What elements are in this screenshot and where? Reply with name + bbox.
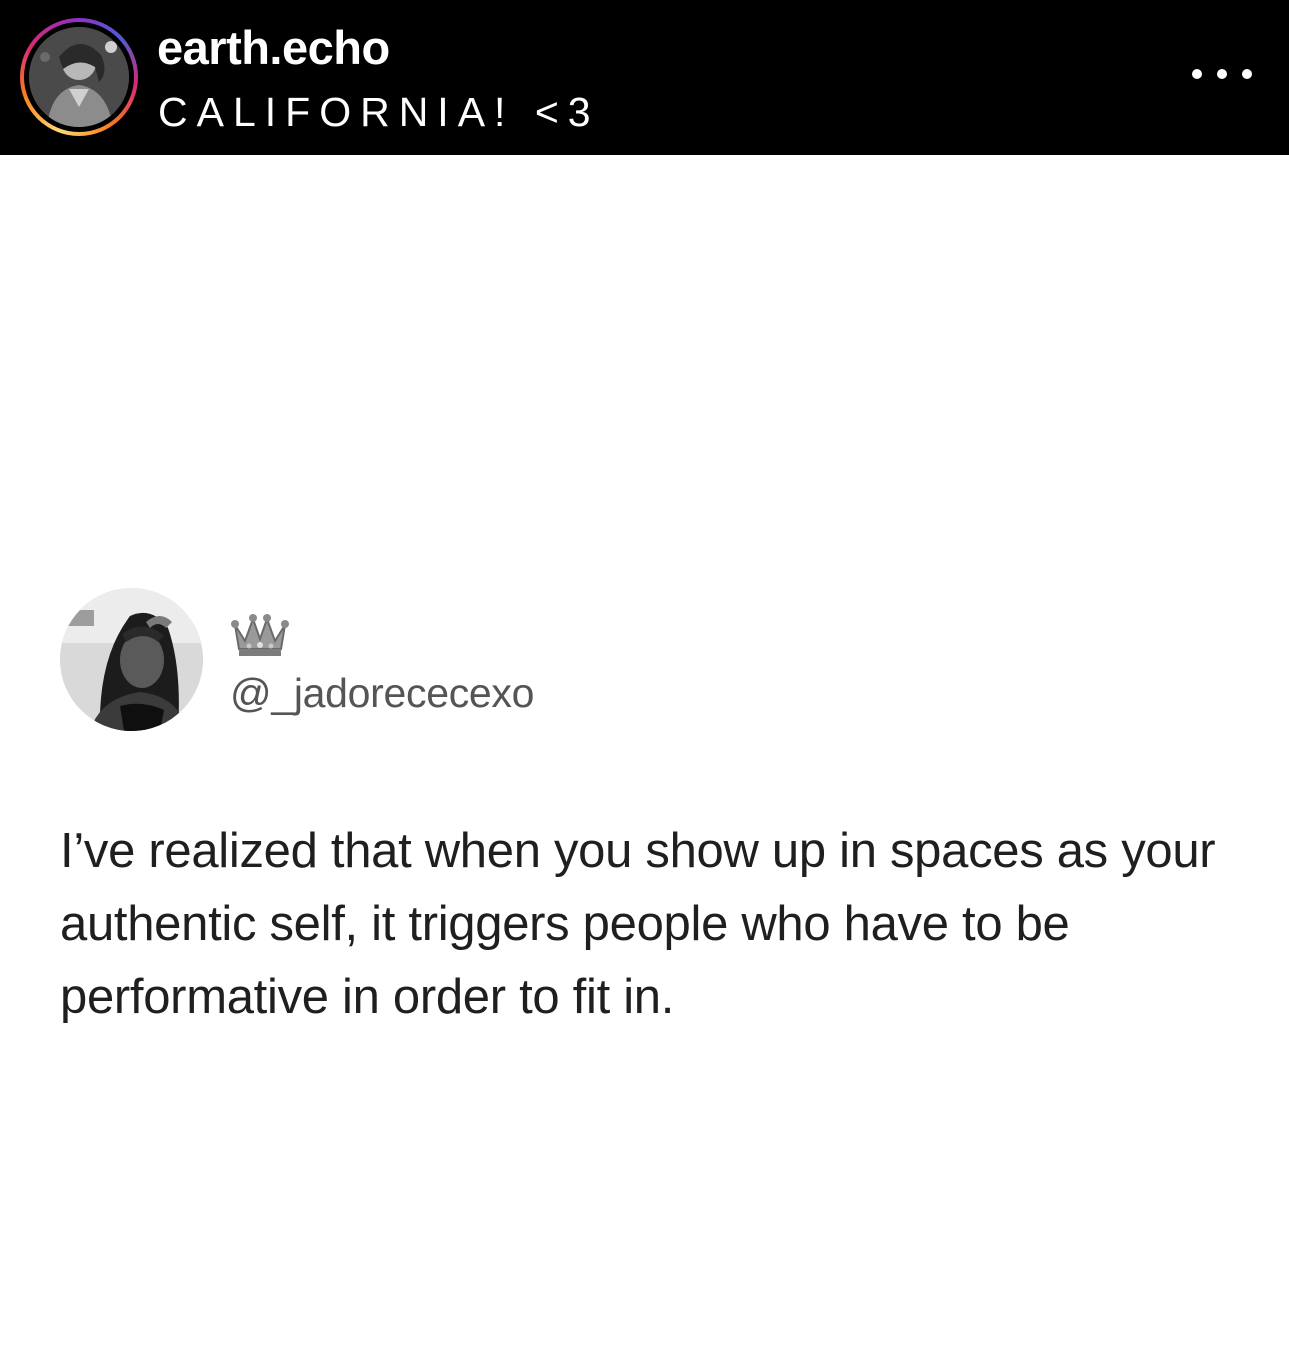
tweet-author-avatar-image: [60, 588, 203, 731]
username[interactable]: earth.echo: [157, 20, 390, 76]
tweet-screenshot: @_jadorececexo I’ve realized that when y…: [0, 155, 1289, 1358]
crown-icon: [231, 614, 289, 656]
profile-avatar[interactable]: [29, 27, 129, 127]
more-options-icon: [1192, 69, 1202, 79]
profile-avatar-image: [29, 27, 129, 127]
tweet-author-handle: @_jadorececexo: [230, 670, 535, 716]
post-header: earth.echo CALIFORNIA! <3: [0, 0, 1289, 155]
more-options-icon: [1242, 69, 1252, 79]
tweet-author-avatar: [60, 588, 203, 731]
instagram-post: earth.echo CALIFORNIA! <3 @_jadorececexo…: [0, 0, 1289, 1358]
more-options-button[interactable]: [1192, 56, 1252, 92]
more-options-icon: [1217, 69, 1227, 79]
location-label[interactable]: CALIFORNIA! <3: [158, 88, 600, 136]
tweet-text: I’ve realized that when you show up in s…: [60, 824, 1216, 1024]
story-ring[interactable]: [20, 18, 138, 136]
